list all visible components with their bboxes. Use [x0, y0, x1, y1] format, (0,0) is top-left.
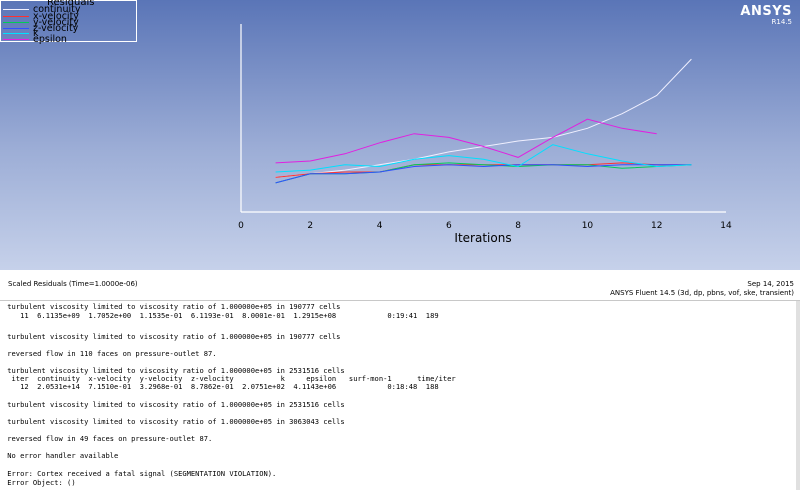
x-tick-label: 0: [238, 221, 244, 231]
console-line: reversed flow in 110 faces on pressure-o…: [3, 349, 217, 358]
legend-swatch: [3, 22, 29, 23]
series-line-z-velocity: [275, 164, 692, 184]
console-line: turbulent viscosity limited to viscosity…: [3, 400, 345, 409]
console-line: 12 2.0531e+14 7.1510e-01 3.2968e-01 8.78…: [3, 382, 439, 391]
graphics-window[interactable]: 0 2 4 6 8 10 12 14 Iterations Residuals continui…: [0, 0, 800, 270]
x-tick-label: 4: [377, 221, 383, 231]
x-tick-label: 2: [307, 221, 313, 231]
legend-swatch: [3, 9, 29, 10]
product-info: ANSYS Fluent 14.5 (3d, dp, pbns, vof, sk…: [610, 289, 794, 297]
legend: Residuals continuity x-velocity y-veloci…: [0, 0, 137, 45]
console-line: turbulent viscosity limited to viscosity…: [3, 417, 345, 426]
x-tick-label: 10: [582, 221, 594, 231]
brand-version: R14.5: [771, 18, 792, 26]
x-axis-label: Iterations: [454, 231, 511, 245]
plot-status-bar: Scaled Residuals (Time=1.0000e-06) Sep 1…: [0, 270, 800, 301]
plot-date: Sep 14, 2015: [747, 280, 794, 288]
console-line: 11 6.1135e+09 1.7052e+00 1.1535e-01 6.11…: [3, 311, 439, 320]
console-scrollbar[interactable]: [796, 301, 800, 490]
legend-swatch: [3, 33, 29, 34]
x-tick-label: 8: [515, 221, 521, 231]
console-line: reversed flow in 49 faces on pressure-ou…: [3, 434, 213, 443]
ansys-logo: ANSYS R14.5: [740, 4, 792, 26]
console-line: No error handler available: [3, 451, 119, 460]
plot-name: Scaled Residuals (Time=1.0000e-06): [8, 280, 138, 288]
console-line: Error Object: (): [3, 478, 76, 487]
legend-swatch: [3, 16, 29, 17]
x-tick-label: 14: [720, 221, 732, 231]
legend-swatch: [3, 39, 29, 40]
legend-item-epsilon: epsilon: [3, 34, 67, 45]
legend-swatch: [3, 28, 29, 29]
x-tick-label: 6: [446, 221, 452, 231]
brand-name: ANSYS: [740, 4, 792, 19]
x-tick-label: 12: [651, 221, 662, 231]
legend-label: z-velocity: [33, 23, 79, 34]
console-line: turbulent viscosity limited to viscosity…: [3, 332, 341, 341]
console-output[interactable]: turbulent viscosity limited to viscosity…: [0, 301, 800, 490]
legend-label: epsilon: [33, 34, 67, 45]
